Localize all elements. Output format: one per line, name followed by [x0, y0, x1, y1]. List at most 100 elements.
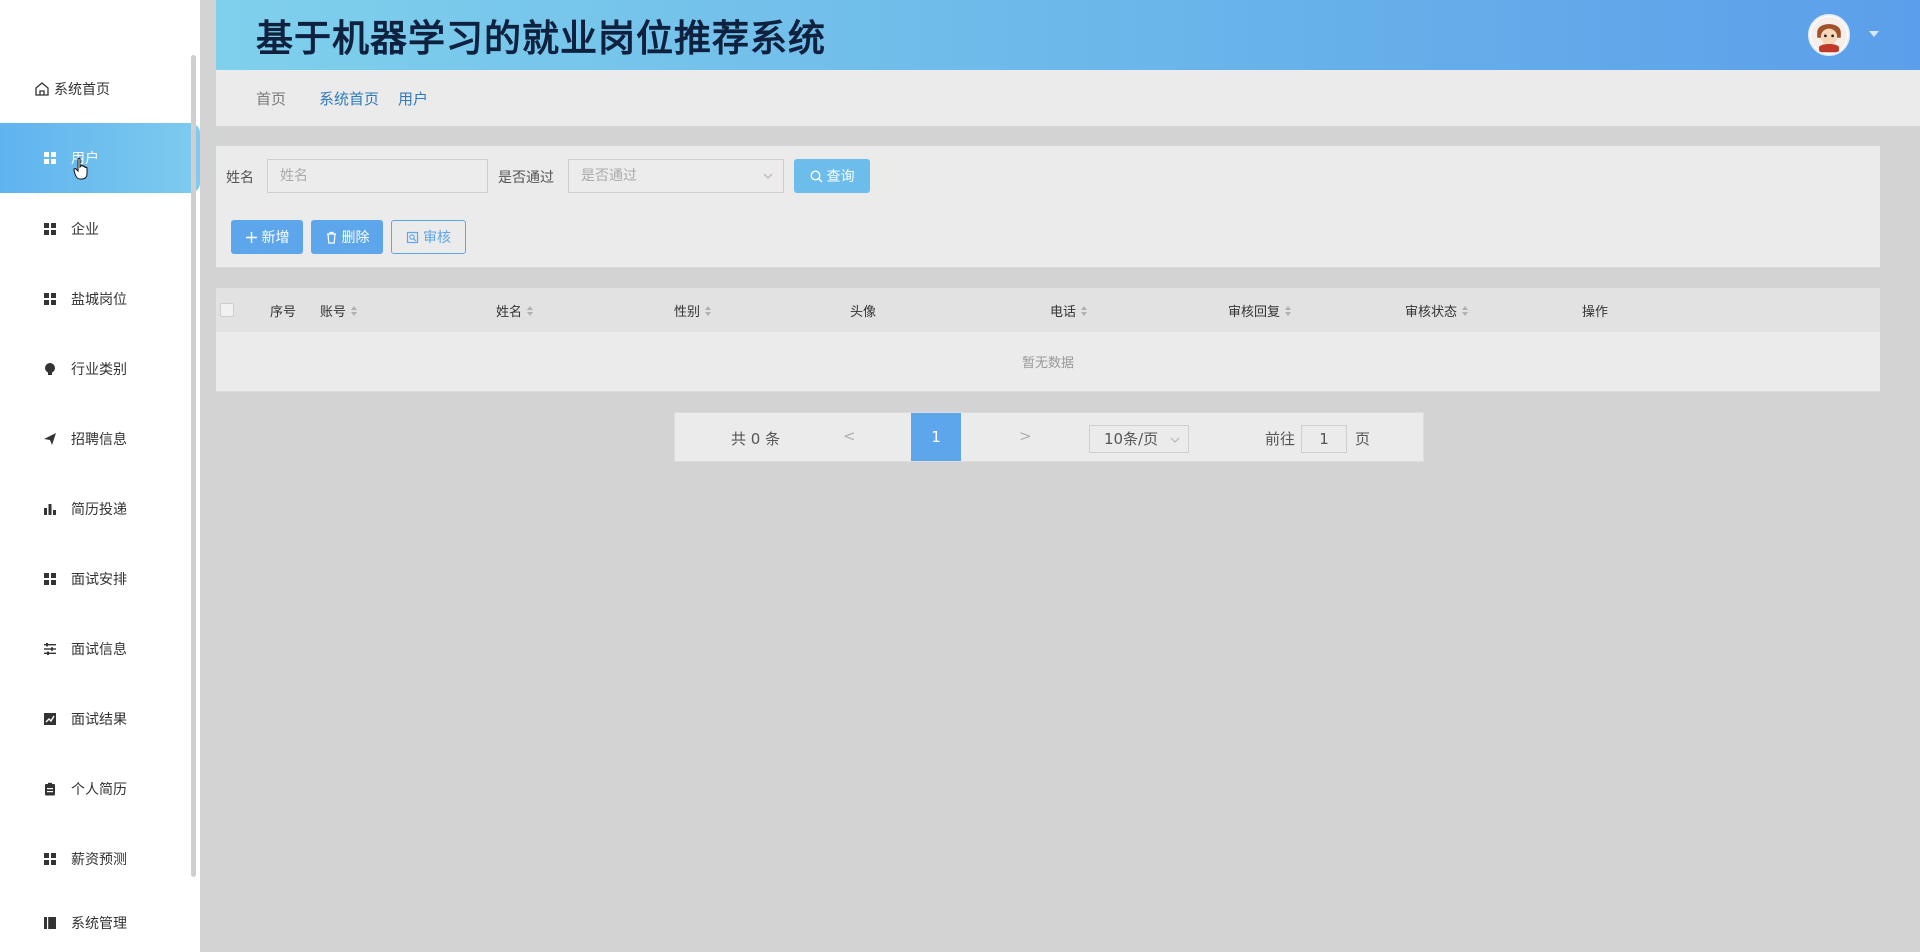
sort-icon[interactable] [1284, 305, 1292, 317]
chevron-down-icon [1170, 437, 1180, 443]
audit-button[interactable]: 审核 [391, 220, 466, 254]
sidebar-item-interview-result[interactable]: 面试结果 [0, 684, 200, 754]
grid-icon [43, 222, 57, 236]
sidebar-item-industry[interactable]: 行业类别 [0, 334, 200, 404]
sidebar-item-company[interactable]: 企业 [0, 194, 200, 264]
sidebar-item-personal-resume[interactable]: 个人简历 [0, 754, 200, 824]
delete-button[interactable]: 删除 [311, 220, 383, 254]
grid-icon [43, 572, 57, 586]
clipboard-icon [43, 782, 57, 796]
sidebar-item-label: 薪资预测 [71, 852, 127, 868]
caret-down-icon[interactable] [1868, 29, 1880, 39]
sidebar-item-system-admin[interactable]: 系统管理 [0, 894, 200, 952]
sidebar-item-salary-prediction[interactable]: 薪资预测 [0, 824, 200, 894]
sidebar-item-interview-info[interactable]: 面试信息 [0, 614, 200, 684]
column-header-actions: 操作 [1582, 301, 1608, 320]
sidebar-home-link[interactable]: 系统首页 [34, 78, 110, 100]
trash-icon [326, 231, 336, 244]
column-label: 审核回复 [1228, 305, 1281, 320]
column-header-audit-status[interactable]: 审核状态 [1405, 301, 1469, 320]
breadcrumb-home[interactable]: 首页 [256, 88, 286, 109]
page-size-value: 10条/页 [1104, 430, 1159, 448]
name-label: 姓名 [226, 170, 254, 186]
pagination-total: 共 0 条 [731, 430, 781, 448]
grid-icon [43, 151, 57, 165]
pagination: 共 0 条 < 1 > 10条/页 前往 1 页 [674, 412, 1424, 462]
column-label: 头像 [850, 305, 877, 320]
app-title: 基于机器学习的就业岗位推荐系统 [256, 17, 826, 60]
delete-button-label: 删除 [341, 230, 370, 246]
sidebar-item-resume-delivery[interactable]: 简历投递 [0, 474, 200, 544]
grid-icon [43, 292, 57, 306]
column-label: 账号 [320, 305, 347, 320]
send-icon [43, 432, 57, 446]
sort-icon[interactable] [526, 305, 534, 317]
add-button-label: 新增 [261, 230, 290, 246]
page-number-button[interactable]: 1 [911, 413, 961, 461]
sidebar-item-recruitment[interactable]: 招聘信息 [0, 404, 200, 474]
sidebar-item-label: 招聘信息 [71, 432, 127, 448]
sidebar-item-label: 盐城岗位 [71, 292, 127, 308]
sidebar-item-label: 简历投递 [71, 502, 127, 518]
sidebar-item-yancheng-jobs[interactable]: 盐城岗位 [0, 264, 200, 334]
sliders-icon [43, 642, 57, 656]
column-label: 姓名 [496, 305, 523, 320]
column-header-phone[interactable]: 电话 [1050, 301, 1088, 320]
query-button[interactable]: 查询 [794, 159, 870, 193]
pass-select[interactable]: 是否通过 [568, 159, 784, 193]
column-label: 序号 [270, 305, 297, 320]
breadcrumb: 首页 系统首页 用户 [216, 70, 1920, 126]
audit-icon [406, 231, 419, 243]
column-header-avatar: 头像 [850, 301, 876, 320]
column-header-index: 序号 [270, 301, 296, 320]
pass-label: 是否通过 [498, 170, 554, 186]
prev-page-button[interactable]: < [843, 427, 856, 445]
pass-placeholder: 是否通过 [581, 168, 637, 184]
goto-unit: 页 [1355, 430, 1371, 448]
sidebar-scrollbar[interactable] [191, 55, 196, 877]
column-label: 操作 [1582, 305, 1609, 320]
sidebar-item-label: 面试安排 [71, 572, 127, 588]
sidebar-item-label: 面试结果 [71, 712, 127, 728]
column-label: 审核状态 [1405, 305, 1458, 320]
column-header-audit-reply[interactable]: 审核回复 [1228, 301, 1292, 320]
search-panel: 姓名 姓名 是否通过 是否通过 查询 新增 删除 审核 [216, 146, 1880, 268]
select-all-checkbox[interactable] [220, 303, 234, 317]
query-button-label: 查询 [826, 169, 855, 185]
sidebar-item-label: 企业 [71, 222, 99, 238]
name-placeholder: 姓名 [280, 168, 308, 184]
sidebar: 系统首页 用户 企业 盐城岗位 行业类别 招聘信息 简历投递 面试安排 面试信息… [0, 0, 200, 952]
grid-icon [43, 852, 57, 866]
table-header: 序号 账号 姓名 性别 头像 电话 审核回复 审核状态 操作 [216, 288, 1880, 332]
column-header-gender[interactable]: 性别 [674, 301, 712, 320]
user-avatar[interactable] [1808, 14, 1850, 56]
goto-page-input[interactable]: 1 [1301, 425, 1347, 453]
search-icon [809, 169, 822, 182]
home-icon [35, 82, 49, 96]
breadcrumb-item-system-home[interactable]: 系统首页 [319, 88, 379, 109]
next-page-button[interactable]: > [1019, 427, 1032, 445]
bulb-icon [43, 362, 57, 376]
plus-icon [245, 231, 257, 243]
column-header-name[interactable]: 姓名 [496, 301, 534, 320]
goto-label: 前往 [1265, 430, 1296, 448]
sort-icon[interactable] [350, 305, 358, 317]
chevron-down-icon [763, 173, 773, 179]
trend-chart-icon [43, 712, 57, 726]
sort-icon[interactable] [704, 305, 712, 317]
sidebar-item-interview-schedule[interactable]: 面试安排 [0, 544, 200, 614]
book-icon [43, 916, 57, 930]
sidebar-item-label: 面试信息 [71, 642, 127, 658]
page-size-select[interactable]: 10条/页 [1089, 425, 1189, 453]
add-button[interactable]: 新增 [231, 220, 303, 254]
sidebar-item-users[interactable]: 用户 [0, 123, 200, 193]
sidebar-item-label: 系统管理 [71, 916, 127, 932]
sidebar-home-label: 系统首页 [54, 82, 110, 98]
sort-icon[interactable] [1080, 305, 1088, 317]
column-header-account[interactable]: 账号 [320, 301, 358, 320]
name-search-input[interactable]: 姓名 [267, 159, 488, 193]
sort-icon[interactable] [1461, 305, 1469, 317]
hand-pointer-icon [73, 157, 88, 180]
sidebar-item-label: 个人简历 [71, 782, 127, 798]
column-label: 电话 [1050, 305, 1077, 320]
